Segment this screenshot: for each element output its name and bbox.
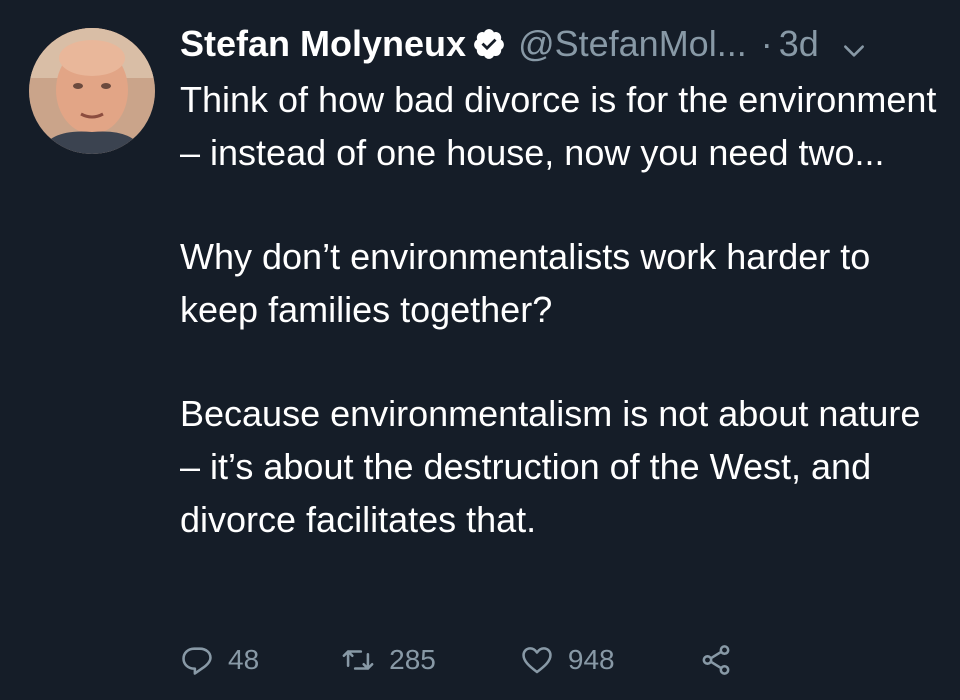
avatar-image (29, 28, 155, 154)
tweet-actions: 48 285 948 (180, 643, 733, 677)
reply-icon (182, 647, 212, 675)
reply-count: 48 (228, 644, 260, 675)
like-count: 948 (567, 644, 615, 675)
author-handle[interactable]: @StefanMol... (518, 23, 747, 65)
tweet-card: Stefan Molyneux @StefanMol... · 3d Think… (0, 0, 960, 700)
chevron-down-icon[interactable] (841, 31, 867, 57)
tweet-paragraph-2: Why don’t environmentalists work harder … (180, 236, 871, 330)
heart-icon (522, 647, 552, 674)
like-button[interactable]: 948 (520, 643, 615, 677)
tweet-content: Stefan Molyneux @StefanMol... · 3d Think… (180, 20, 940, 546)
author-name[interactable]: Stefan Molyneux (180, 23, 466, 65)
share-icon (702, 645, 730, 675)
tweet-paragraph-1: Think of how bad divorce is for the envi… (180, 79, 937, 173)
tweet-paragraph-3: Because environmentalism is not about na… (180, 393, 921, 540)
retweet-count: 285 (389, 644, 436, 675)
retweet-button[interactable]: 285 (341, 643, 436, 677)
avatar[interactable] (29, 28, 155, 154)
timestamp[interactable]: 3d (779, 23, 819, 65)
tweet-text: Think of how bad divorce is for the envi… (180, 74, 940, 546)
separator-dot: · (760, 23, 773, 64)
share-button[interactable] (699, 643, 733, 677)
tweet-header: Stefan Molyneux @StefanMol... · 3d (180, 20, 940, 68)
reply-button[interactable]: 48 (180, 643, 259, 677)
retweet-icon (342, 650, 374, 670)
verified-badge-icon (472, 27, 506, 61)
